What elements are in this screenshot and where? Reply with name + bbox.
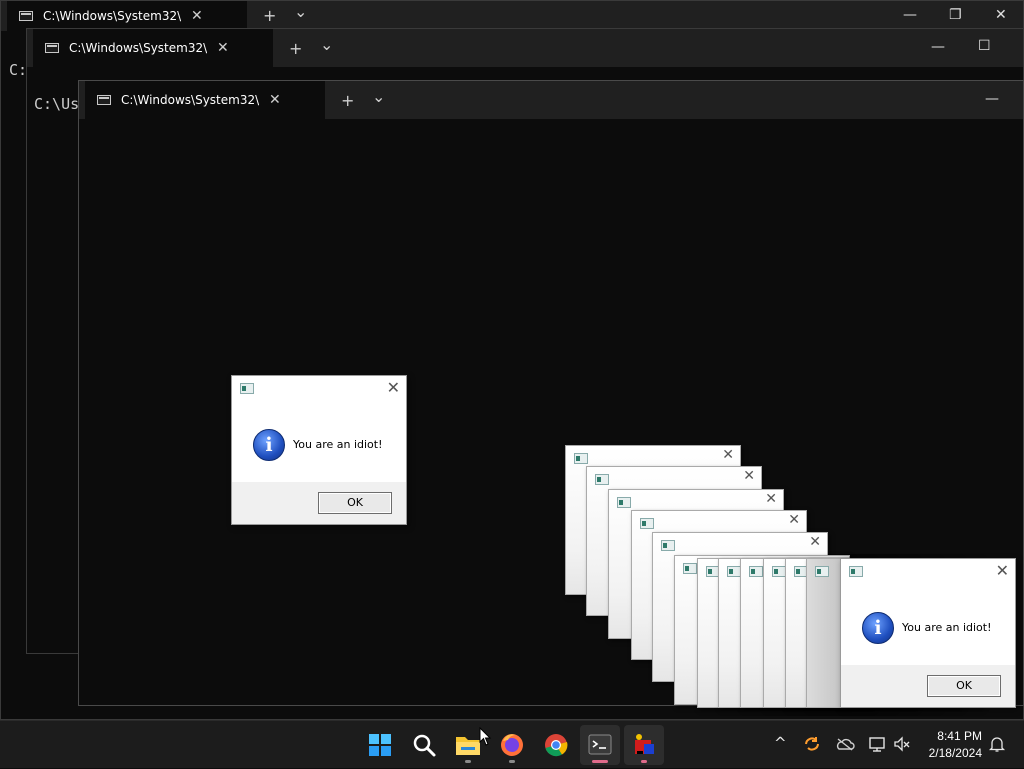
app-icon bbox=[574, 453, 588, 464]
app-icon bbox=[815, 566, 829, 577]
message-dialog[interactable]: ✕ i You are an idiot! OK bbox=[231, 375, 407, 525]
notification-bell-icon[interactable] bbox=[988, 735, 1006, 753]
terminal-titlebar[interactable]: C:\Windows\System32\cmd.e ✕ + ⌄ — ❐ ✕ bbox=[1, 1, 1023, 31]
info-icon: i bbox=[253, 429, 285, 461]
terminal-titlebar[interactable]: C:\Windows\System32\cmd.e ✕ + ⌄ — bbox=[79, 81, 1023, 119]
search-button[interactable] bbox=[404, 725, 444, 765]
tab-dropdown-button[interactable]: ⌄ bbox=[294, 4, 307, 20]
tab-dropdown-button[interactable]: ⌄ bbox=[320, 37, 333, 53]
onedrive-icon[interactable] bbox=[835, 737, 855, 751]
terminal-tab[interactable]: C:\Windows\System32\cmd.e ✕ bbox=[33, 29, 273, 67]
new-tab-button[interactable]: + bbox=[341, 93, 354, 109]
dialog-close-button[interactable]: ✕ bbox=[765, 491, 777, 507]
firefox-icon bbox=[501, 734, 523, 756]
terminal-tab[interactable]: C:\Windows\System32\cmd.e ✕ bbox=[85, 81, 325, 119]
app-icon bbox=[661, 540, 675, 551]
tab-dropdown-button[interactable]: ⌄ bbox=[372, 89, 385, 105]
terminal-prompt: C: bbox=[9, 61, 28, 79]
tab-title: C:\Windows\System32\cmd.e bbox=[43, 9, 181, 23]
ok-button[interactable]: OK bbox=[318, 492, 392, 514]
minimize-button[interactable]: — bbox=[903, 7, 917, 23]
dialog-message: You are an idiot! bbox=[293, 438, 383, 451]
running-indicator bbox=[465, 760, 471, 763]
tab-title: C:\Windows\System32\cmd.e bbox=[121, 93, 259, 107]
info-icon: i bbox=[862, 612, 894, 644]
terminal-tab[interactable]: C:\Windows\System32\cmd.e ✕ bbox=[7, 1, 247, 31]
tab-close-button[interactable]: ✕ bbox=[269, 92, 281, 108]
terminal-button[interactable] bbox=[580, 725, 620, 765]
app-icon bbox=[595, 474, 609, 485]
chevron-up-icon[interactable]: ^ bbox=[774, 734, 787, 752]
dialog-message: You are an idiot! bbox=[902, 621, 992, 634]
running-indicator bbox=[509, 760, 515, 763]
dialog-footer: OK bbox=[232, 482, 406, 524]
terminal-prompt: C:\Us bbox=[34, 95, 80, 113]
app-icon bbox=[727, 566, 741, 577]
new-tab-button[interactable]: + bbox=[263, 8, 276, 24]
ok-button[interactable]: OK bbox=[927, 675, 1001, 697]
clock[interactable]: 8:41 PM 2/18/2024 bbox=[920, 729, 982, 760]
message-dialog[interactable]: ✕ i You are an idiot! OK bbox=[840, 558, 1016, 708]
close-button[interactable]: ✕ bbox=[995, 7, 1007, 23]
chrome-button[interactable] bbox=[536, 725, 576, 765]
dialog-footer: OK bbox=[841, 665, 1015, 707]
dialog-body: i You are an idiot! bbox=[841, 588, 1015, 666]
app-icon bbox=[849, 566, 863, 577]
dialog-close-button[interactable]: ✕ bbox=[809, 534, 821, 550]
idiot-app-button[interactable] bbox=[624, 725, 664, 765]
app-icon bbox=[240, 383, 254, 394]
chrome-icon bbox=[545, 734, 568, 757]
cmd-icon bbox=[45, 43, 59, 53]
app-icon bbox=[617, 497, 631, 508]
terminal-titlebar[interactable]: C:\Windows\System32\cmd.e ✕ + ⌄ — ☐ bbox=[27, 29, 1023, 67]
restore-button[interactable]: ❐ bbox=[949, 7, 962, 23]
tab-title: C:\Windows\System32\cmd.e bbox=[69, 41, 207, 55]
dialog-close-button[interactable]: ✕ bbox=[788, 512, 800, 528]
dialog-close-button[interactable]: ✕ bbox=[722, 447, 734, 463]
app-icon bbox=[772, 566, 786, 577]
app-icon bbox=[640, 518, 654, 529]
new-tab-button[interactable]: + bbox=[289, 41, 302, 57]
maximize-button[interactable]: ☐ bbox=[978, 38, 991, 54]
mouse-cursor bbox=[479, 727, 492, 746]
cmd-icon bbox=[19, 11, 33, 21]
search-icon bbox=[413, 734, 436, 757]
start-icon bbox=[369, 734, 391, 756]
terminal-icon bbox=[588, 734, 612, 755]
taskbar: ^ 8:41 PM 2/18/2024 bbox=[0, 720, 1024, 768]
network-icon[interactable] bbox=[868, 735, 886, 753]
active-indicator bbox=[592, 760, 608, 763]
sync-icon[interactable] bbox=[803, 735, 821, 753]
idiot-app-icon bbox=[635, 734, 654, 754]
cmd-icon bbox=[97, 95, 111, 105]
dialog-close-button[interactable]: ✕ bbox=[996, 561, 1009, 580]
clock-date: 2/18/2024 bbox=[928, 746, 982, 760]
app-icon bbox=[749, 566, 763, 577]
running-indicator bbox=[641, 760, 647, 763]
dialog-close-button[interactable]: ✕ bbox=[387, 378, 400, 397]
dialog-close-button[interactable]: ✕ bbox=[743, 468, 755, 484]
tab-close-button[interactable]: ✕ bbox=[217, 40, 229, 56]
tab-close-button[interactable]: ✕ bbox=[191, 8, 203, 24]
app-icon bbox=[683, 563, 697, 574]
volume-muted-icon[interactable] bbox=[893, 735, 911, 753]
dialog-body: i You are an idiot! bbox=[232, 405, 406, 483]
minimize-button[interactable]: — bbox=[985, 91, 999, 107]
minimize-button[interactable]: — bbox=[931, 39, 945, 55]
start-button[interactable] bbox=[360, 725, 400, 765]
clock-time: 8:41 PM bbox=[937, 729, 982, 743]
firefox-button[interactable] bbox=[492, 725, 532, 765]
